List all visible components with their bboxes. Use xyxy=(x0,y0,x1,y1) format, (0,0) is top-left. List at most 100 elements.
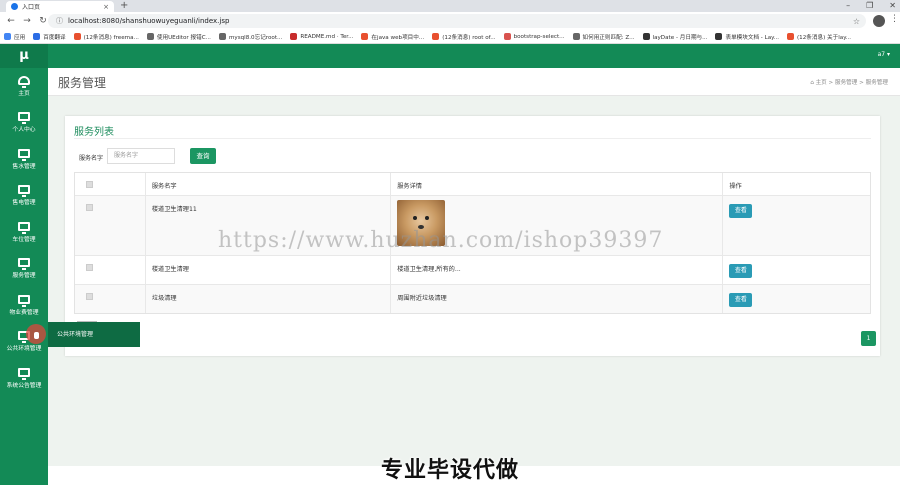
sidebar-item-label: 物业费管理 xyxy=(9,309,39,316)
url-text: localhost:8080/shanshuowuyeguanli/index.… xyxy=(68,17,230,25)
search-button[interactable]: 查询 xyxy=(190,148,216,164)
star-icon[interactable]: ☆ xyxy=(853,17,860,26)
service-detail: 周围附近垃圾清理 xyxy=(390,285,722,313)
watermark: https://www.huzhan.com/ishop39397 xyxy=(218,228,664,253)
bookmark-item[interactable]: 如何用正则匹配: Z... xyxy=(572,33,635,41)
bookmark-item[interactable]: (12条消息) 关于lay... xyxy=(787,33,851,41)
sidebar-item-label: 售水管理 xyxy=(12,163,36,170)
profile-avatar[interactable] xyxy=(873,15,885,27)
monitor-icon xyxy=(18,148,30,161)
table-row: 垃圾清理 周围附近垃圾清理 查看 xyxy=(75,284,870,313)
bookmark-icon xyxy=(218,33,226,40)
sidebar-tooltip: 公共环境管理 xyxy=(48,322,140,347)
bookmark-item[interactable]: (12条消息) freema... xyxy=(73,33,139,41)
logo: μ xyxy=(0,44,48,68)
sidebar-item[interactable]: 售水管理 xyxy=(0,141,48,178)
page-button[interactable]: 1 xyxy=(861,331,876,346)
bookmark-icon xyxy=(33,33,41,40)
sidebar-item[interactable]: 服务管理 xyxy=(0,251,48,288)
bookmarks-bar: 应用 百度翻译 (12条消息) freema... 使用UEditor 报错C... m… xyxy=(0,30,900,44)
user-menu[interactable]: a7 ▾ xyxy=(878,51,890,58)
header-action: 操作 xyxy=(722,173,870,195)
bookmark-icon xyxy=(642,33,650,40)
sidebar-item[interactable]: 个人中心 xyxy=(0,105,48,142)
bookmark-item[interactable]: mysql8.0忘记root... xyxy=(218,33,282,41)
bookmark-icon xyxy=(73,33,81,40)
sidebar-item-label: 售电管理 xyxy=(12,200,36,207)
sidebar-item-label: 个人中心 xyxy=(12,127,36,134)
bookmark-item[interactable]: 应用 xyxy=(4,33,25,41)
bookmark-label: (12条消息) root of... xyxy=(442,34,496,41)
bookmark-label: layDate - 月日期与... xyxy=(652,34,708,41)
url-field[interactable]: ⓘ localhost:8080/shanshuowuyeguanli/inde… xyxy=(48,14,866,28)
bookmark-icon xyxy=(4,33,11,40)
row-checkbox[interactable] xyxy=(86,293,93,300)
search-input[interactable]: 服务名字 xyxy=(107,148,175,164)
view-button[interactable]: 查看 xyxy=(729,204,753,218)
browser-tab-bar: 入口页 × + – ❐ ✕ xyxy=(0,0,900,12)
monitor-icon xyxy=(18,221,30,234)
new-tab-button[interactable]: + xyxy=(120,0,128,12)
bookmark-label: 使用UEditor 报错C... xyxy=(156,34,211,41)
close-window-icon[interactable]: ✕ xyxy=(889,0,896,11)
row-checkbox-cell xyxy=(75,256,145,284)
bookmark-item[interactable]: bootstrap-select... xyxy=(503,33,565,40)
view-button[interactable]: 查看 xyxy=(729,293,753,307)
bookmark-label: bootstrap-select... xyxy=(513,33,565,40)
dashboard-icon xyxy=(18,75,30,88)
row-checkbox[interactable] xyxy=(86,264,93,271)
top-bar: a7 ▾ xyxy=(48,44,900,68)
restore-icon[interactable]: ❐ xyxy=(866,0,873,11)
row-checkbox-cell xyxy=(75,285,145,313)
header-name: 服务名字 xyxy=(144,173,390,195)
view-button[interactable]: 查看 xyxy=(729,264,753,278)
more-menu-icon[interactable]: ⋮ xyxy=(890,14,899,24)
breadcrumb-text[interactable]: 主页 > 服务管理 > 服务管理 xyxy=(816,80,888,86)
sidebar-item-label: 系统公告管理 xyxy=(6,382,42,389)
bookmark-label: 百度翻译 xyxy=(43,34,66,41)
browser-tab[interactable]: 入口页 × xyxy=(6,1,114,12)
bookmark-icon xyxy=(290,33,298,40)
page-title: 服务管理 xyxy=(58,76,107,90)
bookmark-label: (12条消息) 关于lay... xyxy=(797,34,852,41)
action-cell: 查看 xyxy=(722,256,870,284)
sidebar-item[interactable]: 售电管理 xyxy=(0,178,48,215)
bookmark-label: 在java web项目中... xyxy=(371,34,425,41)
service-name: 楼道卫生清理 xyxy=(144,256,390,284)
sidebar-item[interactable]: 物业费管理 xyxy=(0,287,48,324)
forward-icon[interactable]: → xyxy=(22,16,32,26)
reload-icon[interactable]: ↻ xyxy=(38,16,48,26)
tab-title: 入口页 xyxy=(22,4,41,11)
bookmark-item[interactable]: 使用UEditor 报错C... xyxy=(146,33,211,41)
bookmark-item[interactable]: README.md · Ter... xyxy=(290,33,353,40)
bookmark-item[interactable]: 百度翻译 xyxy=(33,33,66,41)
row-checkbox[interactable] xyxy=(86,204,93,211)
bookmark-item[interactable]: layDate - 月日期与... xyxy=(642,33,708,41)
bookmark-label: (12条消息) freema... xyxy=(83,34,139,41)
monitor-icon xyxy=(18,294,30,307)
bookmark-item[interactable]: (12条消息) root of... xyxy=(432,33,496,41)
action-cell: 查看 xyxy=(722,285,870,313)
minimize-icon[interactable]: – xyxy=(846,0,850,11)
info-icon[interactable]: ⓘ xyxy=(56,16,63,26)
select-all-checkbox[interactable] xyxy=(86,181,93,188)
sidebar-item-label: 服务管理 xyxy=(12,273,36,280)
bookmark-item[interactable]: 在java web项目中... xyxy=(361,33,424,41)
sidebar-item[interactable]: 系统公告管理 xyxy=(0,360,48,397)
close-icon[interactable]: × xyxy=(103,3,109,11)
table-row: 楼道卫生清理 楼道卫生清理,所有的... 查看 xyxy=(75,255,870,284)
bookmark-label: README.md · Ter... xyxy=(300,33,354,40)
window-controls: – ❐ ✕ xyxy=(846,0,896,11)
bookmark-icon xyxy=(572,33,580,40)
sidebar-item[interactable]: 车位管理 xyxy=(0,214,48,251)
bookmark-icon xyxy=(715,33,723,40)
globe-icon xyxy=(11,3,18,10)
sidebar-item[interactable]: 主页 xyxy=(0,68,48,105)
bookmark-item[interactable]: 表单模块文档 - Lay... xyxy=(715,33,779,41)
monitor-icon xyxy=(18,112,30,125)
sidebar-item-label: 车位管理 xyxy=(12,236,36,243)
bookmark-icon xyxy=(503,33,511,40)
header-checkbox-cell xyxy=(75,173,145,195)
back-icon[interactable]: ← xyxy=(6,16,16,26)
bookmark-icon xyxy=(787,33,794,40)
